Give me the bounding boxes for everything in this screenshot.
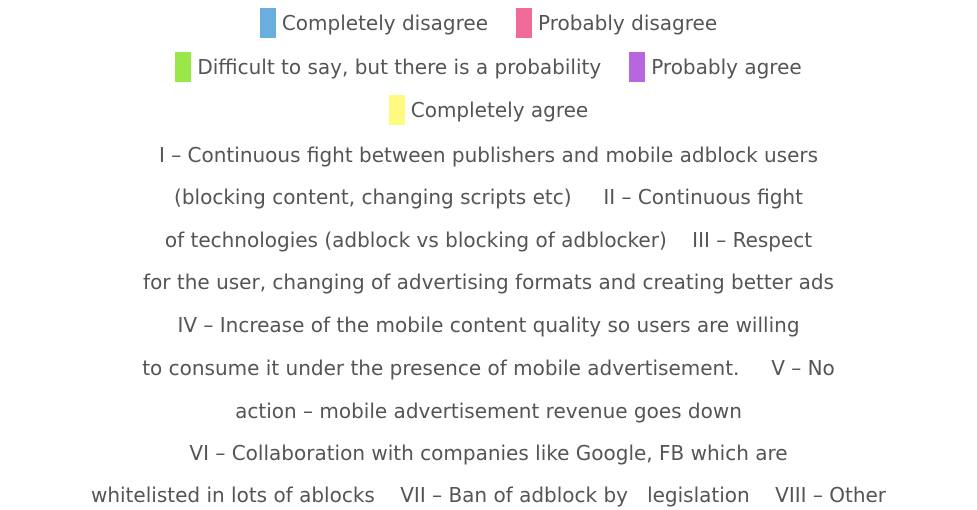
legend-swatch	[629, 52, 646, 82]
legend-swatch	[388, 95, 405, 125]
legend-label: Probably disagree	[538, 11, 718, 35]
annotation-line: whitelisted in lots of ablocks VII – Ban…	[90, 483, 887, 507]
annotation-line: for the user, changing of advertising fo…	[143, 270, 834, 294]
legend-label: Difficult to say, but there is a probabi…	[197, 55, 602, 79]
legend-item-difficult-to-say[interactable]: Difficult to say, but there is a probabi…	[175, 52, 601, 82]
legend-label: Completely agree	[410, 98, 589, 122]
legend-item-completely-agree[interactable]: Completely agree	[388, 95, 589, 125]
legend-swatch	[259, 8, 276, 38]
annotation-line: of technologies (adblock vs blocking of …	[164, 228, 813, 252]
legend-swatch	[175, 52, 192, 82]
legend-item-probably-agree[interactable]: Probably agree	[629, 52, 802, 82]
annotation-line: I – Continuous fight between publishers …	[158, 143, 819, 167]
annotation-line: action – mobile advertisement revenue go…	[235, 399, 742, 423]
annotation-line: VI – Collaboration with companies like G…	[189, 441, 788, 465]
legend-label: Probably agree	[651, 55, 802, 79]
legend-swatch	[516, 8, 532, 38]
legend-row-1: Completely disagree Probably disagree	[0, 8, 977, 38]
legend-row-3: Completely agree	[0, 95, 977, 125]
legend-item-completely-disagree[interactable]: Completely disagree	[259, 8, 488, 38]
chart-legend-and-notes: Completely disagree Probably disagree Di…	[0, 0, 977, 510]
legend-item-probably-disagree[interactable]: Probably disagree	[516, 8, 717, 38]
annotation-line: to consume it under the presence of mobi…	[142, 356, 835, 380]
legend-label: Completely disagree	[281, 11, 488, 35]
annotation-line: IV – Increase of the mobile content qual…	[177, 313, 800, 337]
annotation-line: (blocking content, changing scripts etc)…	[174, 185, 803, 209]
legend-row-2: Difficult to say, but there is a probabi…	[0, 52, 977, 82]
